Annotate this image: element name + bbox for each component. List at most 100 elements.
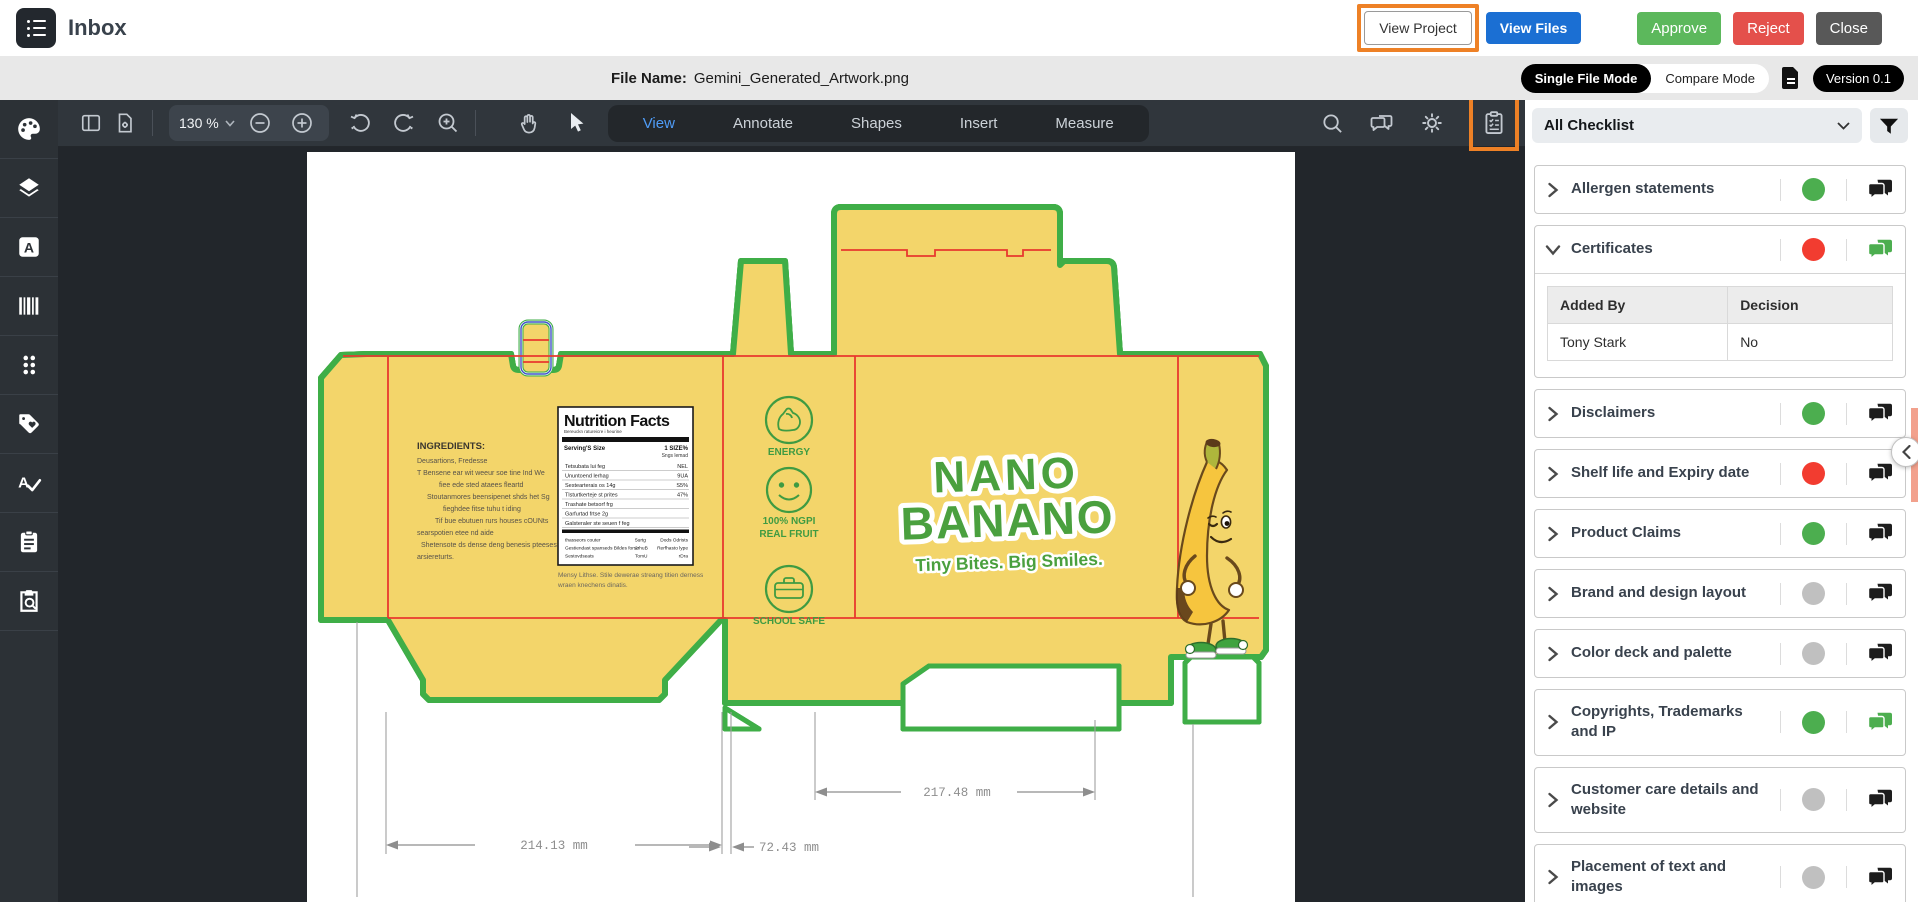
single-file-mode-button[interactable]: Single File Mode [1520,63,1652,93]
chevron-right-icon[interactable] [1547,646,1559,662]
settings-gear-icon[interactable] [1415,106,1449,140]
zoom-tool-icon[interactable] [431,106,465,140]
sidebar-item-tags[interactable] [0,395,58,454]
panel-collapse-button[interactable] [1891,437,1918,467]
checklist-item[interactable]: Shelf life and Expiry date [1534,449,1906,498]
zoom-level-dropdown[interactable]: 130 % [179,115,235,131]
comment-icon[interactable] [1868,712,1893,733]
sidebar-item-text-style[interactable]: A [0,218,58,277]
checklist-item[interactable]: Product Claims [1534,509,1906,558]
tag-heart-icon [19,414,39,434]
checklist-item-header[interactable]: Allergen statements [1535,166,1905,213]
view-files-button[interactable]: View Files [1485,12,1582,44]
decision-table: Added By Decision Tony Stark No [1546,286,1893,361]
sidebar-item-barcode[interactable] [0,277,58,336]
checklist-item-header[interactable]: Color deck and palette [1535,630,1905,677]
reject-button[interactable]: Reject [1733,11,1804,45]
tab-view[interactable]: View [614,105,704,142]
filter-button[interactable] [1870,108,1908,143]
comment-icon[interactable] [1868,463,1893,484]
comment-icon[interactable] [1868,583,1893,604]
checklist-item-label: Color deck and palette [1571,644,1732,662]
badge-school: SCHOOL SAFE [753,616,825,627]
chevron-right-icon[interactable] [1547,869,1559,885]
checklist-icon[interactable] [1477,106,1511,140]
chevron-right-icon[interactable] [1547,466,1559,482]
checklist-filter-dropdown[interactable]: All Checklist [1532,108,1862,143]
nutrition-title: Nutrition Facts [564,413,670,430]
checklist-item[interactable]: Disclaimers [1534,389,1906,438]
search-icon[interactable] [1315,106,1349,140]
close-button[interactable]: Close [1815,11,1882,45]
checklist-item[interactable]: Color deck and palette [1534,629,1906,678]
compare-mode-button[interactable]: Compare Mode [1651,64,1769,93]
comment-icon[interactable] [1868,179,1893,200]
comment-icon[interactable] [1868,643,1893,664]
page-settings-icon[interactable] [108,106,142,140]
sidebar-item-palette[interactable] [0,100,58,159]
sidebar-item-checklist[interactable] [0,513,58,572]
sidebar-item-audit[interactable] [0,572,58,631]
cursor-tool-icon[interactable] [560,106,594,140]
artwork-image[interactable]: INGREDIENTS: Deusartions, Fredesse T Bens… [307,152,1295,902]
checklist-item-header[interactable]: Certificates [1535,226,1905,273]
nutrition-subtitle: Bereuckn ratureicre i heurine [564,429,622,434]
checklist-item-header[interactable]: Brand and design layout [1535,570,1905,617]
tab-insert[interactable]: Insert [931,105,1027,142]
document-icon[interactable] [1781,66,1801,90]
menu-button[interactable] [16,8,56,48]
comment-icon[interactable] [1868,523,1893,544]
separator [1846,522,1847,545]
checklist-item-header[interactable]: Disclaimers [1535,390,1905,437]
checklist-item-header[interactable]: Copyrights, Trademarks and IP [1535,690,1905,755]
rotate-cw-icon[interactable] [387,106,421,140]
dieline-graphic: INGREDIENTS: Deusartions, Fredesse T Bens… [318,204,1269,897]
tab-annotate[interactable]: Annotate [704,105,822,142]
svg-text:arsiereturts.: arsiereturts. [417,554,454,561]
tab-shapes[interactable]: Shapes [822,105,931,142]
approve-button[interactable]: Approve [1637,11,1722,45]
tab-measure[interactable]: Measure [1026,105,1142,142]
comment-icon[interactable] [1868,403,1893,424]
chevron-right-icon[interactable] [1547,182,1559,198]
ingredients-title: INGREDIENTS: [417,441,485,452]
zoom-out-button[interactable] [243,106,277,140]
svg-text:thasseors couter: thasseors couter [565,538,601,544]
chevron-right-icon[interactable] [1547,714,1559,730]
chevron-right-icon[interactable] [1547,792,1559,808]
checklist-item-header[interactable]: Product Claims [1535,510,1905,557]
chevron-down-icon [225,119,235,127]
checklist-item[interactable]: Brand and design layout [1534,569,1906,618]
sidebar-item-spellcheck[interactable]: A [0,454,58,513]
comment-icon[interactable] [1868,239,1893,260]
comments-icon[interactable] [1365,106,1399,140]
zoom-in-button[interactable] [285,106,319,140]
checklist-item[interactable]: Customer care details and website [1534,766,1906,833]
hand-tool-icon[interactable] [512,106,546,140]
comment-icon[interactable] [1868,867,1893,888]
rotate-ccw-icon[interactable] [343,106,377,140]
checklist-item-header[interactable]: Shelf life and Expiry date [1535,450,1905,497]
badge-fruit-1: 100% NGPI [763,516,816,527]
comment-icon[interactable] [1868,789,1893,811]
checklist-item-label: Product Claims [1571,524,1682,542]
viewer-canvas[interactable]: INGREDIENTS: Deusartions, Fredesse T Bens… [58,147,1525,902]
panel-toggle-icon[interactable] [74,106,108,140]
chevron-right-icon[interactable] [1547,586,1559,602]
checklist-item-header[interactable]: Customer care details and website [1535,768,1905,833]
toolbar-separator [152,110,153,136]
checklist-item-header[interactable]: Placement of text and images [1535,845,1905,902]
left-sidebar: A A [0,100,58,902]
checklist-item[interactable]: Copyrights, Trademarks and IP [1534,689,1906,756]
separator [1846,178,1847,201]
chevron-down-icon[interactable] [1545,244,1561,256]
svg-text:Tif bue ebutuen rurs houses cO: Tif bue ebutuen rurs houses cOUNts [435,518,549,525]
chevron-right-icon[interactable] [1547,406,1559,422]
view-project-button[interactable]: View Project [1364,11,1472,45]
checklist-item[interactable]: Placement of text and images [1534,844,1906,902]
sidebar-item-layers[interactable] [0,159,58,218]
sidebar-item-apps[interactable] [0,336,58,395]
checklist-item[interactable]: Allergen statements [1534,165,1906,214]
chevron-right-icon[interactable] [1547,526,1559,542]
checklist-item[interactable]: Certificates Added By Decision Tony Stark N… [1534,225,1906,378]
